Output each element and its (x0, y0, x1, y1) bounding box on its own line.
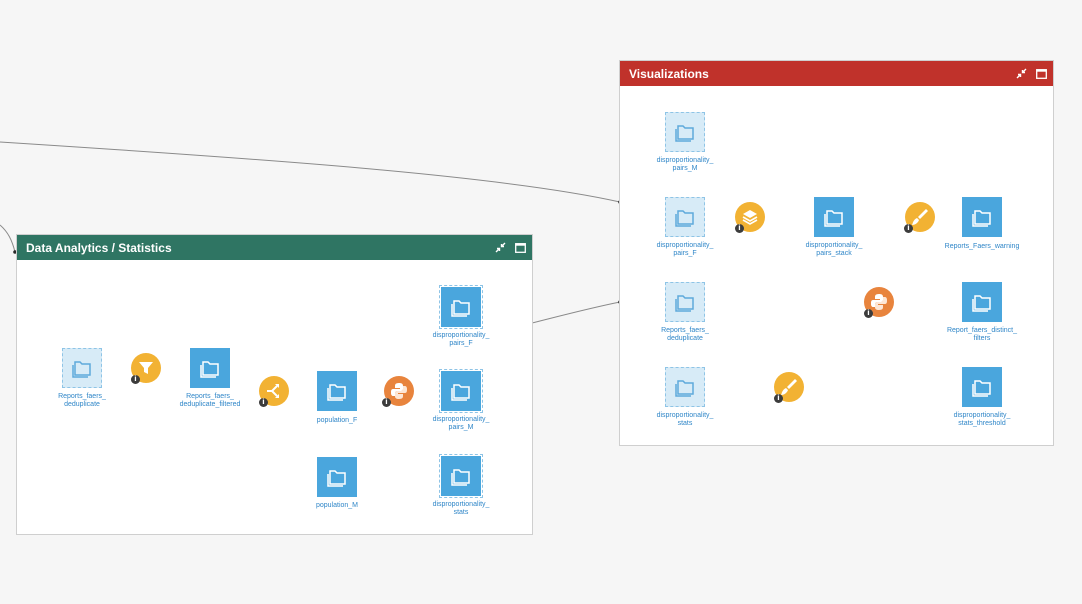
collapse-icon[interactable] (495, 242, 506, 253)
folder-icon (675, 295, 694, 312)
dataset-label[interactable]: Reports_Faers_warning (936, 243, 1028, 251)
folder-icon (327, 384, 346, 401)
dataset-label[interactable]: disproportionality_ pairs_M (639, 157, 731, 173)
folder-icon (451, 300, 470, 317)
folder-icon (824, 210, 843, 227)
dataset-label[interactable]: disproportionality_ pairs_F (415, 332, 507, 348)
dataset-label[interactable]: disproportionality_ stats (639, 412, 731, 428)
dataset-label[interactable]: population_M (291, 502, 383, 510)
dataset-node[interactable] (665, 112, 705, 152)
zone-title: Visualizations (629, 66, 709, 81)
folder-icon (327, 470, 346, 487)
folder-icon (72, 361, 91, 378)
dataset-node[interactable] (317, 457, 357, 497)
zone-visualizations-header[interactable]: Visualizations (620, 61, 1053, 86)
dataset-label[interactable]: Report_faers_distinct_ filters (936, 327, 1028, 343)
dataset-label[interactable]: disproportionality_ stats_threshold (936, 412, 1028, 428)
info-icon[interactable]: i (864, 309, 873, 318)
dataset-label[interactable]: Reports_faers_ deduplicate (36, 393, 128, 409)
info-icon[interactable]: i (774, 394, 783, 403)
dataset-label[interactable]: Reports_faers_ deduplicate (639, 327, 731, 343)
dataset-node[interactable] (190, 348, 230, 388)
info-icon[interactable]: i (382, 398, 391, 407)
dataset-node[interactable] (439, 454, 483, 498)
folder-icon (972, 210, 991, 227)
info-icon[interactable]: i (904, 224, 913, 233)
dataset-node[interactable] (439, 285, 483, 329)
dataset-node[interactable] (962, 367, 1002, 407)
folder-icon (972, 380, 991, 397)
folder-icon (675, 210, 694, 227)
info-icon[interactable]: i (131, 375, 140, 384)
folder-icon (675, 380, 694, 397)
dataset-node[interactable] (962, 197, 1002, 237)
dataset-label[interactable]: disproportionality_ pairs_stack (788, 242, 880, 258)
folder-icon (451, 469, 470, 486)
dataset-node[interactable] (962, 282, 1002, 322)
dataset-node[interactable] (439, 369, 483, 413)
folder-icon (675, 125, 694, 142)
dataset-node[interactable] (665, 197, 705, 237)
dataset-node[interactable] (665, 367, 705, 407)
zone-title: Data Analytics / Statistics (26, 240, 172, 255)
dataset-node[interactable] (814, 197, 854, 237)
dataset-node[interactable] (62, 348, 102, 388)
dataset-label[interactable]: population_F (291, 417, 383, 425)
maximize-icon[interactable] (1036, 68, 1047, 79)
info-icon[interactable]: i (735, 224, 744, 233)
maximize-icon[interactable] (515, 242, 526, 253)
dataset-label[interactable]: disproportionality_ pairs_M (415, 416, 507, 432)
dataset-label[interactable]: disproportionality_ pairs_F (639, 242, 731, 258)
folder-icon (451, 384, 470, 401)
dataset-label[interactable]: disproportionality_ stats (415, 501, 507, 517)
dataset-label[interactable]: Reports_faers_ deduplicate_filtered (164, 393, 256, 409)
info-icon[interactable]: i (259, 398, 268, 407)
dataset-node[interactable] (317, 371, 357, 411)
collapse-icon[interactable] (1016, 68, 1027, 79)
folder-icon (200, 361, 219, 378)
zone-analytics-header[interactable]: Data Analytics / Statistics (17, 235, 532, 260)
folder-icon (972, 295, 991, 312)
dataset-node[interactable] (665, 282, 705, 322)
